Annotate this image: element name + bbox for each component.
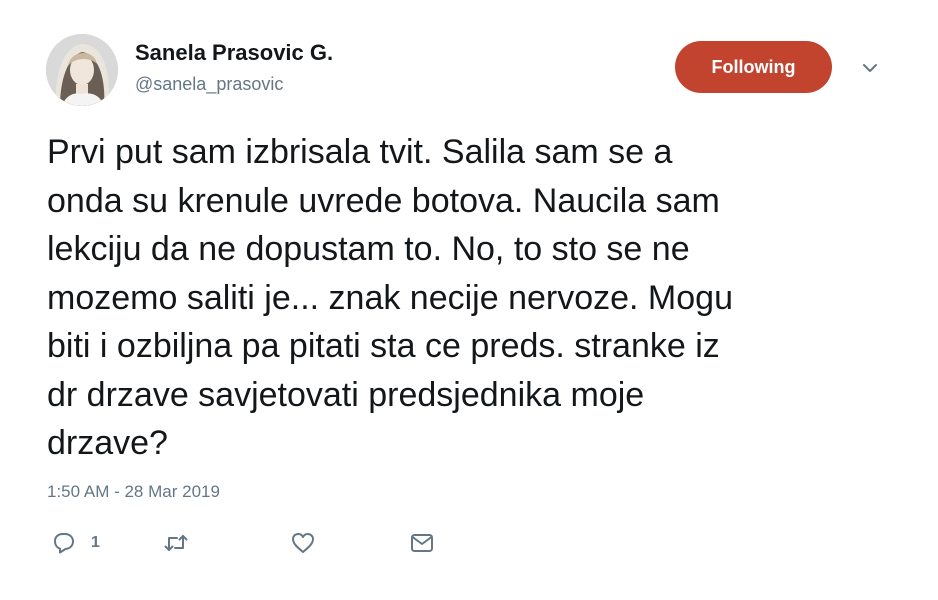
tweet-timestamp[interactable]: 1:50 AM - 28 Mar 2019 — [47, 482, 220, 502]
avatar[interactable] — [46, 34, 118, 106]
avatar-image — [46, 34, 118, 106]
retweet-button[interactable] — [163, 526, 189, 560]
direct-message-icon — [409, 530, 435, 556]
following-button[interactable]: Following — [675, 41, 832, 93]
direct-message-button[interactable] — [409, 526, 435, 560]
tweet-text-line: drzave? — [47, 424, 168, 462]
tweet-text-line: Prvi put sam izbrisala tvit. Salila sam … — [47, 133, 673, 171]
like-button[interactable] — [290, 526, 316, 560]
tweet-text-line: dr drzave savjetovati predsjednika moje — [47, 375, 645, 414]
reply-icon — [51, 530, 77, 556]
retweet-icon — [163, 530, 189, 556]
tweet-text-line: biti i ozbiljna pa pitati sta ce preds. … — [47, 327, 720, 365]
chevron-down-icon[interactable] — [860, 58, 880, 78]
like-icon — [290, 530, 316, 556]
tweet-text-line: onda su krenule uvrede botova. Naucila s… — [47, 181, 720, 220]
reply-button[interactable]: 1 — [51, 526, 100, 560]
tweet-actions: 1 — [47, 526, 467, 560]
author-handle[interactable]: @sanela_prasovic — [135, 74, 283, 95]
tweet-text: Prvi put sam izbrisala tvit. Salila sam … — [47, 128, 917, 468]
author-display-name[interactable]: Sanela Prasovic G. — [135, 40, 333, 66]
reply-count: 1 — [91, 534, 100, 551]
tweet-text-line: lekciju da ne dopustam to. No, to sto se… — [47, 230, 690, 268]
tweet-text-line: mozemo saliti je... znak necije nervoze.… — [47, 278, 733, 317]
